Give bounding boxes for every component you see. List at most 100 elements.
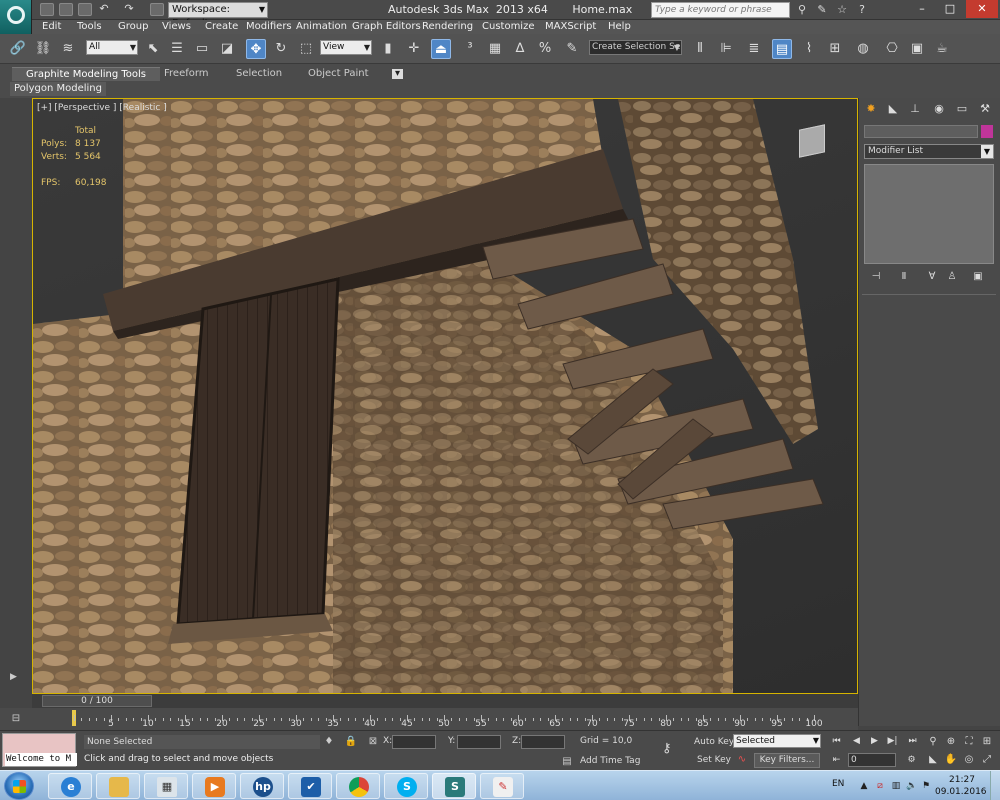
auto-key-button[interactable]: Auto Key (694, 737, 734, 747)
tab-object-paint[interactable]: Object Paint (308, 67, 369, 81)
configure-modifier-sets-icon[interactable]: ▣ (971, 270, 985, 284)
ribbon-options-button[interactable]: ▾ (392, 69, 404, 79)
mini-curve-editor-icon[interactable]: ⊟ (0, 708, 32, 730)
motion-tab-icon[interactable]: ◉ (931, 101, 947, 117)
key-filters-button[interactable]: Key Filters... (754, 753, 820, 768)
language-indicator[interactable]: EN (832, 779, 844, 789)
rendered-frame-window-icon[interactable]: ▣ (907, 39, 927, 59)
maxscript-output[interactable]: Welcome to M (5, 753, 77, 766)
taskbar-3ds-max[interactable]: S (432, 773, 476, 799)
minimize-button[interactable]: – (910, 0, 934, 18)
y-coordinate-field[interactable] (457, 735, 501, 749)
redo-icon[interactable]: ↷ (122, 3, 136, 16)
maximize-button[interactable]: □ (938, 0, 962, 18)
taskbar-calculator[interactable]: ▦ (144, 773, 188, 799)
start-button[interactable] (4, 772, 34, 800)
save-file-icon[interactable] (78, 3, 92, 16)
align-icon[interactable]: ⊫ (716, 39, 736, 59)
modify-tab-icon[interactable]: ◣ (885, 101, 901, 117)
percent-snap-icon[interactable]: ∆ (510, 39, 530, 59)
antivirus-icon[interactable]: ⧄ (874, 780, 886, 792)
spinner-snap-icon[interactable]: % (535, 39, 555, 59)
taskbar-internet-explorer[interactable]: e (48, 773, 92, 799)
absolute-mode-icon[interactable]: ⊠ (366, 735, 380, 749)
clock-time[interactable]: 21:27 (949, 775, 975, 785)
go-to-end-icon[interactable]: ⏭ (906, 734, 919, 748)
default-tangent-icon[interactable]: ∿ (735, 753, 749, 767)
x-coordinate-field[interactable] (392, 735, 436, 749)
time-slider-thumb[interactable]: 0 / 100 (42, 695, 152, 707)
create-tab-icon[interactable]: ✸ (863, 101, 879, 117)
perspective-viewport[interactable]: [+] [Perspective ] [Realistic ] Total Po… (32, 98, 858, 694)
zoom-extents-all-icon[interactable]: ⊞ (980, 735, 994, 749)
select-object-icon[interactable]: ⬉ (143, 39, 163, 59)
zoom-extents-icon[interactable]: ⛶ (962, 735, 976, 749)
angle-snap-icon[interactable]: ▦ (485, 39, 505, 59)
menu-tools[interactable]: Tools (77, 20, 102, 34)
set-keys-icon[interactable]: ⚷ (662, 741, 672, 756)
modifier-stack[interactable] (864, 164, 994, 264)
reference-coordinate-dropdown[interactable]: View ▼ (320, 40, 372, 55)
search-input[interactable]: Type a keyword or phrase (651, 2, 790, 18)
select-and-link-icon[interactable]: 🔗 (8, 39, 28, 59)
menu-animation[interactable]: Animation (296, 20, 347, 34)
volume-icon[interactable]: 🔈 (906, 780, 918, 792)
named-selection-dropdown[interactable]: Create Selection Se ▼ (589, 40, 682, 55)
hierarchy-tab-icon[interactable]: ⊥ (907, 101, 923, 117)
binoculars-icon[interactable]: ⚲ (795, 3, 809, 17)
object-color-swatch[interactable] (981, 125, 993, 138)
select-manipulate-icon[interactable]: ✛ (404, 39, 424, 59)
zoom-icon[interactable]: ⚲ (926, 735, 940, 749)
render-setup-icon[interactable]: ⎔ (882, 39, 902, 59)
layer-manager-icon[interactable]: ≣ (744, 39, 764, 59)
zoom-all-icon[interactable]: ⊕ (944, 735, 958, 749)
modifier-list-dropdown[interactable]: Modifier List ▼ (864, 144, 994, 159)
menu-group[interactable]: Group (118, 20, 148, 34)
select-and-rotate-icon[interactable]: ↻ (271, 39, 291, 59)
taskbar-media-player[interactable]: ▶ (192, 773, 236, 799)
maxscript-mini-listener[interactable]: Welcome to M (2, 733, 77, 767)
taskbar-explorer[interactable] (96, 773, 140, 799)
material-editor-icon[interactable]: ◍ (853, 39, 873, 59)
key-mode-toggle-icon[interactable]: ⇤ (830, 753, 843, 767)
new-file-icon[interactable] (40, 3, 54, 16)
add-time-tag-button[interactable]: Add Time Tag (580, 756, 640, 766)
viewport-label[interactable]: [+] [Perspective ] [Realistic ] (37, 103, 167, 113)
object-name-field[interactable] (864, 125, 978, 138)
edit-named-selection-icon[interactable]: ✎ (562, 39, 582, 59)
curve-editor-icon[interactable]: ⌇ (799, 39, 819, 59)
tab-freeform[interactable]: Freeform (164, 67, 209, 81)
pan-view-icon[interactable]: ✋ (944, 753, 958, 767)
menu-edit[interactable]: Edit (42, 20, 61, 34)
remove-modifier-icon[interactable]: ♙ (945, 270, 959, 284)
tab-selection[interactable]: Selection (236, 67, 282, 81)
keyboard-shortcut-override-icon[interactable]: ⏏ (431, 39, 451, 59)
previous-frame-icon[interactable]: ◀ (850, 734, 863, 748)
action-center-icon[interactable]: ⚑ (920, 780, 932, 792)
next-frame-icon[interactable]: ▶| (886, 734, 899, 748)
orbit-icon[interactable]: ◎ (962, 753, 976, 767)
menu-create[interactable]: Create (205, 20, 238, 34)
clock-date[interactable]: 09.01.2016 (935, 787, 987, 797)
expand-arrow-icon[interactable]: ▶ (10, 672, 22, 684)
z-coordinate-field[interactable] (521, 735, 565, 749)
menu-rendering[interactable]: Rendering (422, 20, 473, 34)
app-logo-button[interactable] (0, 0, 32, 34)
close-button[interactable]: ✕ (966, 0, 998, 18)
mirror-icon[interactable]: ⫴ (690, 39, 710, 59)
time-tag-icon[interactable]: ▤ (560, 755, 574, 769)
menu-customize[interactable]: Customize (482, 20, 535, 34)
menu-maxscript[interactable]: MAXScript (545, 20, 596, 34)
menu-views[interactable]: Views (162, 20, 191, 34)
key-mode-dropdown[interactable]: Selected ▼ (733, 734, 821, 748)
rectangular-selection-icon[interactable]: ▭ (192, 39, 212, 59)
network-icon[interactable]: ▥ (890, 780, 902, 792)
menu-graph-editors[interactable]: Graph Editors (352, 20, 421, 34)
schematic-view-icon[interactable]: ⊞ (825, 39, 845, 59)
display-tab-icon[interactable]: ▭ (954, 101, 970, 117)
unlink-selection-icon[interactable]: ⛓ (33, 39, 53, 59)
viewcube-icon[interactable] (799, 124, 825, 158)
ribbon-panel-polygon-modeling[interactable]: Polygon Modeling (10, 82, 106, 96)
track-bar[interactable]: 5 10 15 20 25 30 35 40 45 50 55 60 65 70 75 80 85 90 95 100 (32, 708, 858, 730)
taskbar-hp[interactable]: hp (240, 773, 284, 799)
